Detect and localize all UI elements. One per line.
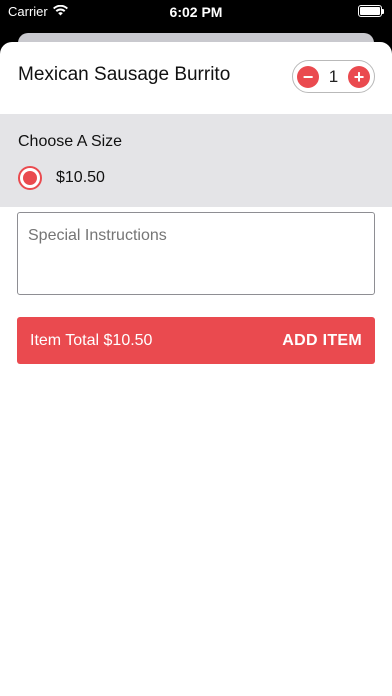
add-item-button[interactable]: Item Total $10.50 ADD ITEM — [17, 317, 375, 364]
item-title: Mexican Sausage Burrito — [18, 64, 231, 85]
size-section: Choose A Size $10.50 — [0, 114, 392, 207]
quantity-value: 1 — [328, 66, 339, 86]
radio-button[interactable] — [18, 166, 42, 190]
status-time: 6:02 PM — [169, 4, 223, 20]
add-item-label: ADD ITEM — [282, 331, 362, 349]
item-header: Mexican Sausage Burrito − 1 + — [0, 42, 392, 114]
item-total-label: Item Total $10.50 — [30, 331, 153, 349]
increment-button[interactable]: + — [348, 65, 370, 88]
decrement-button[interactable]: − — [297, 65, 319, 88]
quantity-stepper: − 1 + — [292, 60, 375, 93]
size-option-label: $10.50 — [56, 169, 105, 186]
status-bar: Carrier 6:02 PM — [0, 0, 392, 24]
item-sheet: Mexican Sausage Burrito − 1 + Choose A S… — [0, 42, 392, 696]
special-instructions-field[interactable] — [17, 212, 375, 295]
size-option[interactable]: $10.50 — [18, 166, 105, 190]
battery-icon — [358, 5, 384, 17]
radio-selected-dot — [23, 171, 37, 185]
size-heading: Choose A Size — [18, 133, 123, 150]
